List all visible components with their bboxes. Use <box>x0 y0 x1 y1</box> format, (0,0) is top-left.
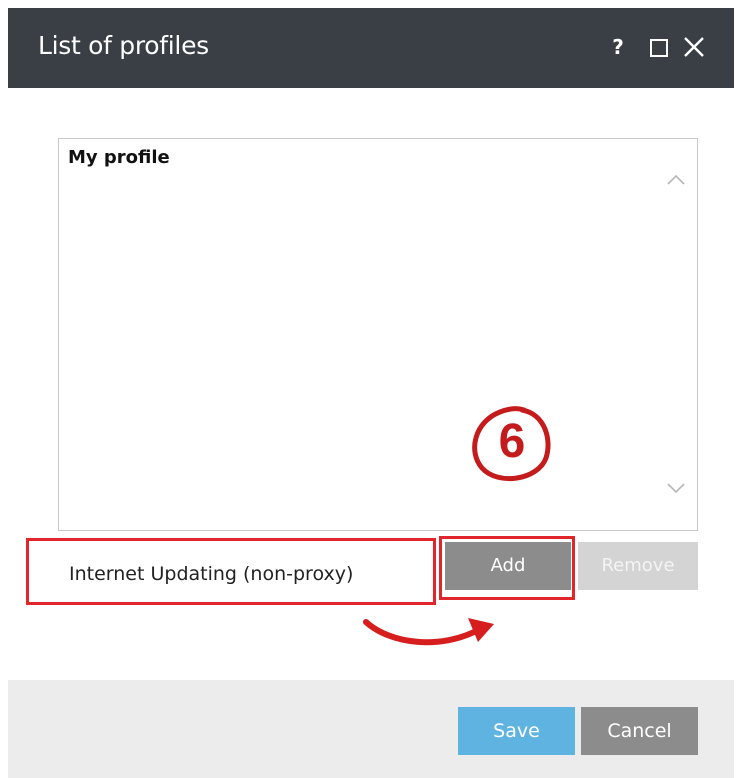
scroll-up-icon[interactable] <box>663 167 689 193</box>
profile-list[interactable]: My profile <box>58 138 698 531</box>
close-icon[interactable] <box>678 32 710 68</box>
profile-name-field[interactable]: Internet Updating (non-proxy) <box>26 538 436 605</box>
step-annotation: 6 <box>460 400 560 490</box>
arrow-annotation-icon <box>360 600 510 660</box>
list-item[interactable]: My profile <box>68 147 170 168</box>
add-button[interactable]: Add <box>445 542 571 590</box>
title-bar: List of profiles ? <box>8 8 734 88</box>
scroll-down-icon[interactable] <box>663 475 689 501</box>
dialog-title: List of profiles <box>38 31 209 60</box>
remove-button[interactable]: Remove <box>578 542 698 590</box>
save-button[interactable]: Save <box>458 707 575 755</box>
dialog-footer: Save Cancel <box>8 680 734 778</box>
profile-name-value: Internet Updating (non-proxy) <box>69 563 354 585</box>
help-icon[interactable]: ? <box>605 32 631 62</box>
step-number: 6 <box>498 415 526 468</box>
cancel-button[interactable]: Cancel <box>581 707 698 755</box>
